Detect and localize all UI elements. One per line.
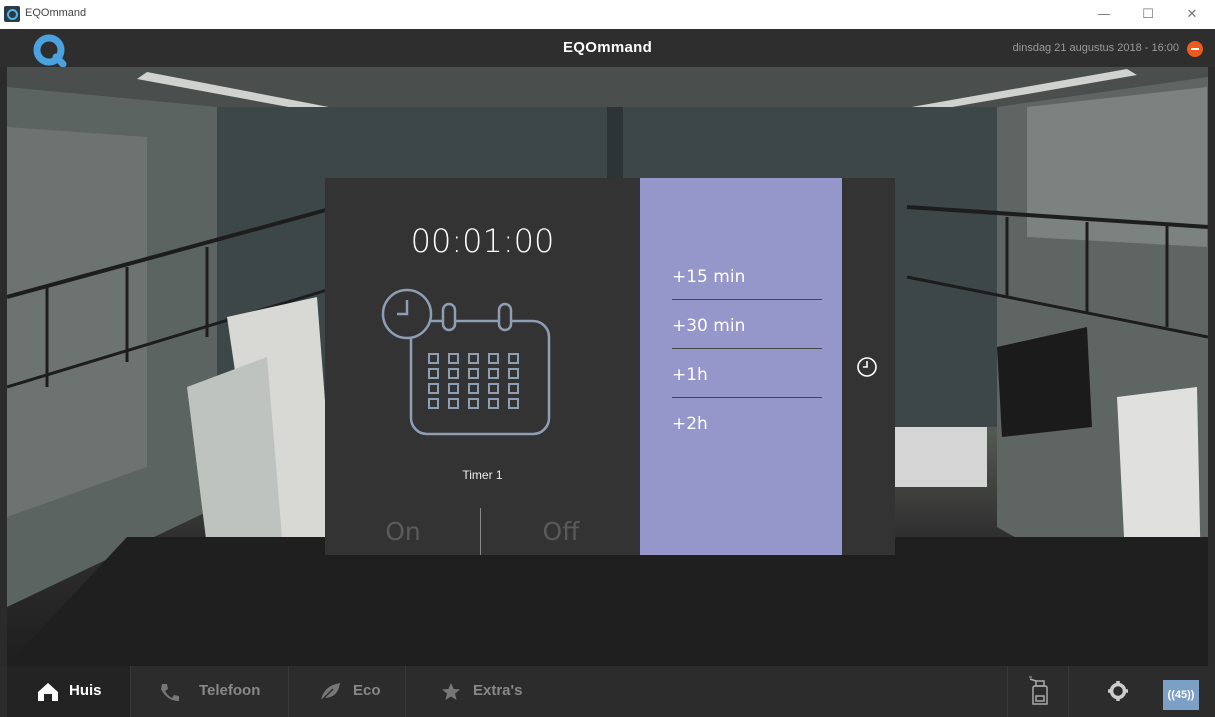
option-15min[interactable]: +15 min xyxy=(672,253,822,301)
timer-side-panel xyxy=(842,178,895,555)
nav-label: Eco xyxy=(353,682,381,699)
spray-bottle-icon xyxy=(1029,676,1048,705)
time-options-panel: +15 min +30 min +1h +2h xyxy=(640,178,842,555)
on-button[interactable]: On xyxy=(325,508,481,555)
option-divider xyxy=(672,348,822,349)
nav-divider xyxy=(1068,666,1069,717)
home-icon xyxy=(38,683,58,701)
maximize-button[interactable]: ☐ xyxy=(1126,0,1170,29)
nav-label: Extra's xyxy=(473,682,523,699)
stop-icon[interactable] xyxy=(1187,41,1203,57)
nav-label: Huis xyxy=(69,682,102,699)
nav-telefoon[interactable]: Telefoon xyxy=(131,666,288,717)
star-icon xyxy=(442,683,460,700)
nav-eco[interactable]: Eco xyxy=(289,666,405,717)
minimize-button[interactable]: — xyxy=(1082,0,1126,29)
notification-badge[interactable]: ((45)) xyxy=(1163,680,1199,710)
option-2h[interactable]: +2h xyxy=(672,400,822,448)
nav-extras[interactable]: Extra's xyxy=(406,666,546,717)
option-1h[interactable]: +1h xyxy=(672,351,822,399)
clock-icon[interactable] xyxy=(856,356,878,378)
timer-panel: 00:01:00 Timer 1 On Off xyxy=(325,178,640,555)
window-title: EQOmmand xyxy=(25,7,87,19)
option-divider xyxy=(672,397,822,398)
option-30min[interactable]: +30 min xyxy=(672,302,822,350)
app-header: EQOmmand dinsdag 21 augustus 2018 - 16:0… xyxy=(0,29,1215,68)
timer-name: Timer 1 xyxy=(462,468,503,482)
nav-label: Telefoon xyxy=(199,682,261,699)
app-icon xyxy=(4,6,20,22)
window-titlebar: EQOmmand — ☐ ✕ xyxy=(0,0,1215,29)
nav-huis[interactable]: Huis xyxy=(7,666,130,717)
gear-icon xyxy=(1108,681,1128,701)
timer-time: 00:01:00 xyxy=(410,222,555,260)
phone-icon xyxy=(161,684,179,701)
leaf-icon xyxy=(320,683,340,702)
bottom-nav: Huis Telefoon Eco Extra's xyxy=(0,666,1215,717)
settings-button[interactable] xyxy=(1094,666,1154,717)
datetime: dinsdag 21 augustus 2018 - 16:00 xyxy=(1012,42,1179,54)
option-divider xyxy=(672,299,822,300)
cleaning-button[interactable] xyxy=(1008,666,1068,717)
close-button[interactable]: ✕ xyxy=(1170,0,1214,29)
calendar-clock-icon xyxy=(381,288,551,436)
off-button[interactable]: Off xyxy=(483,508,639,555)
toggle-divider xyxy=(480,508,481,555)
